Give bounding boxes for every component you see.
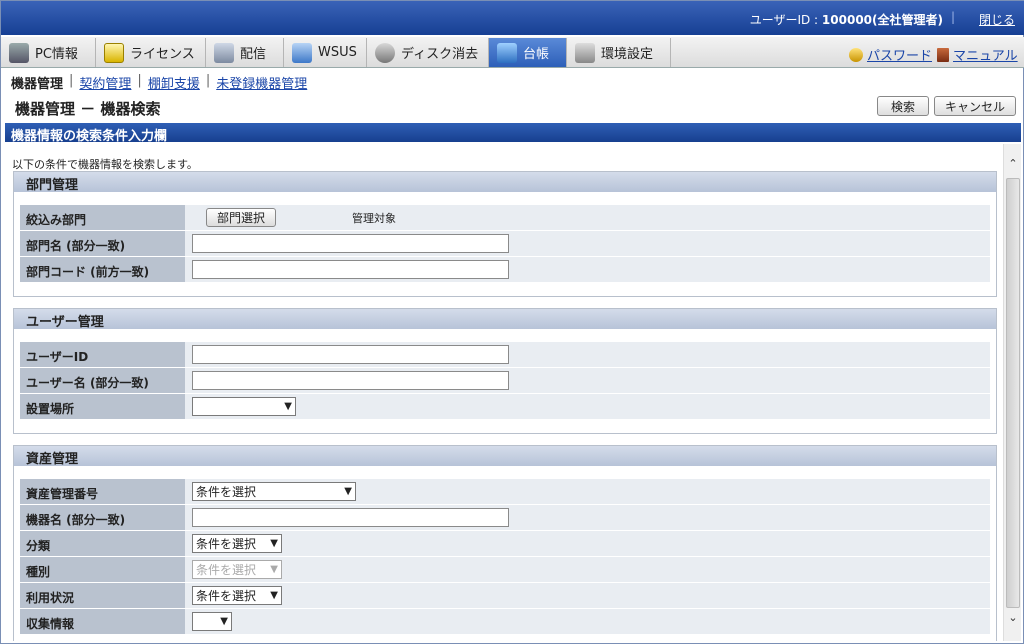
dept-scope-note: 管理対象 [352, 211, 397, 225]
settings-icon [575, 42, 595, 63]
subnav-unregistered[interactable]: 未登録機器管理 [216, 73, 313, 92]
device-name-input[interactable] [192, 508, 509, 527]
chevron-down-icon: ▼ [344, 486, 352, 497]
subnav-current: 機器管理 [11, 77, 64, 92]
asset-panel: 資産管理 資産管理番号 条件を選択 ▼ 機器名 (部分一致) 分類 条件を選択 … [13, 445, 997, 641]
wsus-icon [292, 42, 312, 63]
subnav-contract[interactable]: 契約管理 [79, 73, 137, 92]
header-separator: | [950, 10, 955, 24]
intro-text: 以下の条件で機器情報を検索します。 [12, 158, 198, 171]
tab-license[interactable]: ライセンス [96, 38, 206, 67]
chevron-down-icon: ▼ [270, 538, 278, 549]
tab-ledger[interactable]: 台帳 [489, 38, 567, 67]
dept-code-row: 部門コード (前方一致) [20, 257, 990, 283]
password-link[interactable]: パスワード [867, 45, 932, 64]
device-name-row: 機器名 (部分一致) [20, 505, 990, 531]
section-title-bar: 機器情報の検索条件入力欄 [5, 123, 1021, 144]
search-form-area: 以下の条件で機器情報を検索します。 部門管理 絞込み部門 部門選択 管理対象 部… [5, 144, 1003, 641]
password-link-group[interactable]: パスワード [849, 45, 932, 64]
chevron-down-icon: ▼ [270, 590, 278, 601]
user-panel-title: ユーザー管理 [14, 309, 996, 330]
manual-link[interactable]: マニュアル [953, 45, 1018, 64]
user-panel: ユーザー管理 ユーザーID ユーザー名 (部分一致) 設置場所 ▼ [13, 308, 997, 434]
type-select: 条件を選択 ▼ [192, 560, 282, 579]
dept-panel-title: 部門管理 [14, 172, 996, 193]
tab-distribution[interactable]: 配信 [206, 38, 284, 67]
dept-select-button[interactable]: 部門選択 [206, 208, 277, 227]
close-link[interactable]: 閉じる [979, 11, 1015, 28]
cancel-button[interactable]: キャンセル [934, 96, 1016, 116]
manual-book-icon [937, 47, 949, 62]
category-row: 分類 条件を選択 ▼ [20, 531, 990, 557]
scroll-up-icon[interactable]: ⌃ [1007, 158, 1019, 170]
distribution-icon [214, 42, 234, 63]
subnav-inventory[interactable]: 棚卸支援 [148, 73, 206, 92]
page-title: 機器管理 － 機器検索 [15, 100, 161, 118]
user-name-input[interactable] [192, 371, 509, 390]
asset-panel-title: 資産管理 [14, 446, 996, 467]
manual-link-group[interactable]: マニュアル [937, 45, 1018, 64]
collected-info-row: 収集情報 ▼ [20, 609, 990, 635]
sub-navigation: 機器管理 | 契約管理 | 棚卸支援 | 未登録機器管理 [11, 73, 313, 92]
top-header: ユーザーID : 100000(全社管理者) | 閉じる [1, 1, 1024, 35]
chevron-down-icon: ▼ [284, 401, 292, 412]
ledger-icon [497, 42, 517, 63]
tab-pc-info[interactable]: PC情報 [1, 38, 96, 67]
asset-number-select[interactable]: 条件を選択 ▼ [192, 482, 356, 501]
vertical-scrollbar[interactable]: ⌃ ⌄ [1003, 144, 1021, 641]
app-window: ユーザーID : 100000(全社管理者) | 閉じる PC情報 ライセンス … [0, 0, 1024, 644]
disk-erase-icon [375, 42, 395, 63]
scrollbar-thumb[interactable] [1006, 178, 1020, 608]
location-row: 設置場所 ▼ [20, 394, 990, 420]
dept-code-input[interactable] [192, 260, 509, 279]
asset-number-row: 資産管理番号 条件を選択 ▼ [20, 479, 990, 505]
tab-disk-erase[interactable]: ディスク消去 [367, 38, 489, 67]
key-icon [849, 47, 863, 62]
location-select[interactable]: ▼ [192, 397, 296, 416]
category-select[interactable]: 条件を選択 ▼ [192, 534, 282, 553]
tab-settings[interactable]: 環境設定 [567, 38, 671, 67]
chevron-down-icon: ▼ [220, 616, 228, 627]
user-name-row: ユーザー名 (部分一致) [20, 368, 990, 394]
dept-name-input[interactable] [192, 234, 509, 253]
pc-icon [9, 42, 29, 63]
dept-filter-row: 絞込み部門 部門選択 管理対象 [20, 205, 990, 231]
type-row: 種別 条件を選択 ▼ [20, 557, 990, 583]
user-id-input[interactable] [192, 345, 509, 364]
usage-status-select[interactable]: 条件を選択 ▼ [192, 586, 282, 605]
user-id-row: ユーザーID [20, 342, 990, 368]
collected-info-select[interactable]: ▼ [192, 612, 232, 631]
tab-wsus[interactable]: WSUS [284, 38, 367, 67]
license-icon [104, 42, 124, 63]
chevron-down-icon: ▼ [270, 564, 278, 575]
usage-status-row: 利用状況 条件を選択 ▼ [20, 583, 990, 609]
dept-panel: 部門管理 絞込み部門 部門選択 管理対象 部門名 (部分一致) 部門コード (前… [13, 171, 997, 297]
dept-name-row: 部門名 (部分一致) [20, 231, 990, 257]
scroll-down-icon[interactable]: ⌄ [1007, 612, 1019, 624]
main-tab-bar: PC情報 ライセンス 配信 WSUS ディスク消去 台帳 環境設定 パスワード … [1, 37, 1024, 68]
search-button[interactable]: 検索 [877, 96, 929, 116]
user-id-display: ユーザーID : 100000(全社管理者) [749, 13, 943, 27]
